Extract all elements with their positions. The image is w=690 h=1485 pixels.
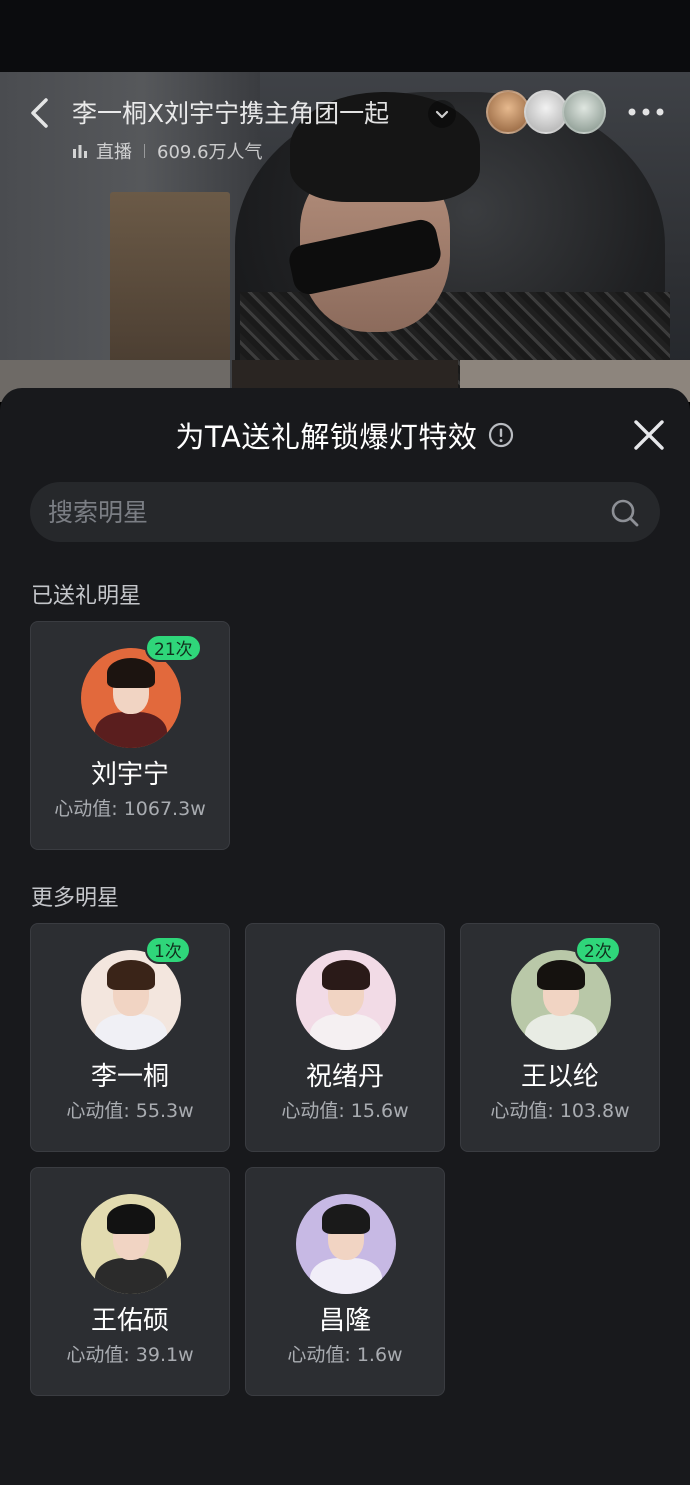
star-score: 心动值: 103.8w: [490, 1100, 630, 1122]
viewer-avatars[interactable]: [486, 90, 606, 136]
live-room-title[interactable]: 李一桐X刘宇宁携主角团一起: [72, 94, 420, 130]
avatar-body: [95, 1014, 167, 1050]
live-meta: 直播 609.6万人气: [72, 138, 263, 164]
close-icon[interactable]: [632, 418, 666, 452]
gifted-section-label: 已送礼明星: [31, 584, 142, 609]
star-score: 心动值: 15.6w: [281, 1100, 409, 1122]
search-input[interactable]: [48, 482, 588, 542]
avatar-hair: [322, 1204, 370, 1234]
avatar-hair: [107, 960, 155, 990]
star-name: 刘宇宁: [90, 760, 169, 790]
back-icon[interactable]: [26, 96, 56, 130]
more-section-label: 更多明星: [31, 886, 120, 911]
star-card[interactable]: 王佑硕 心动值: 39.1w: [30, 1167, 230, 1396]
avatar-hair: [537, 960, 585, 990]
star-score: 心动值: 1067.3w: [54, 798, 206, 820]
star-name: 王佑硕: [90, 1306, 169, 1336]
more-icon[interactable]: [626, 106, 666, 118]
star-card[interactable]: 1次 李一桐 心动值: 55.3w: [30, 923, 230, 1152]
avatar-body: [95, 712, 167, 748]
star-name: 昌隆: [318, 1306, 371, 1336]
avatar-hair: [107, 1204, 155, 1234]
search-bar: [30, 482, 660, 542]
live-bars-icon: [73, 145, 87, 158]
gift-count-badge: 21次: [145, 634, 202, 662]
star-card[interactable]: 2次 王以纶 心动值: 103.8w: [460, 923, 660, 1152]
star-avatar: [296, 950, 396, 1050]
avatar-hair: [107, 658, 155, 688]
viewer-avatar: [562, 90, 606, 134]
gift-count-badge: 2次: [575, 936, 621, 964]
chevron-down-icon[interactable]: [428, 100, 456, 128]
live-popularity: 609.6万人气: [157, 142, 263, 163]
star-score: 心动值: 1.6w: [287, 1344, 403, 1366]
star-card[interactable]: 昌隆 心动值: 1.6w: [245, 1167, 445, 1396]
meta-divider: [144, 144, 145, 158]
star-name: 李一桐: [90, 1062, 169, 1092]
star-avatar: [296, 1194, 396, 1294]
sheet-header: 为TA送礼解锁爆灯特效: [0, 414, 690, 460]
star-score: 心动值: 55.3w: [66, 1100, 194, 1122]
avatar-hair: [322, 960, 370, 990]
star-avatar: [81, 1194, 181, 1294]
search-icon[interactable]: [610, 498, 640, 528]
live-status: 直播: [96, 142, 132, 163]
avatar-body: [95, 1258, 167, 1294]
avatar-body: [525, 1014, 597, 1050]
more-star-grid: 1次 李一桐 心动值: 55.3w 祝绪丹 心动值: 15.6w 2次 王以纶 …: [30, 923, 660, 1396]
gift-star-sheet: 为TA送礼解锁爆灯特效 已送礼明星 21次 刘宇宁 心动值: 1067.3w 更…: [0, 388, 690, 1485]
avatar-body: [310, 1014, 382, 1050]
sheet-title: 为TA送礼解锁爆灯特效: [175, 420, 478, 454]
star-name: 祝绪丹: [305, 1062, 384, 1092]
video-background-door: [110, 192, 230, 372]
avatar-body: [310, 1258, 382, 1294]
gift-count-badge: 1次: [145, 936, 191, 964]
star-name: 王以纶: [520, 1062, 599, 1092]
info-icon[interactable]: [488, 422, 514, 448]
gifted-star-grid: 21次 刘宇宁 心动值: 1067.3w: [30, 621, 660, 850]
star-score: 心动值: 39.1w: [66, 1344, 194, 1366]
status-bar: [0, 0, 690, 72]
live-topbar: 李一桐X刘宇宁携主角团一起 直播 609.6万人气: [0, 80, 690, 170]
star-card[interactable]: 祝绪丹 心动值: 15.6w: [245, 923, 445, 1152]
star-card[interactable]: 21次 刘宇宁 心动值: 1067.3w: [30, 621, 230, 850]
